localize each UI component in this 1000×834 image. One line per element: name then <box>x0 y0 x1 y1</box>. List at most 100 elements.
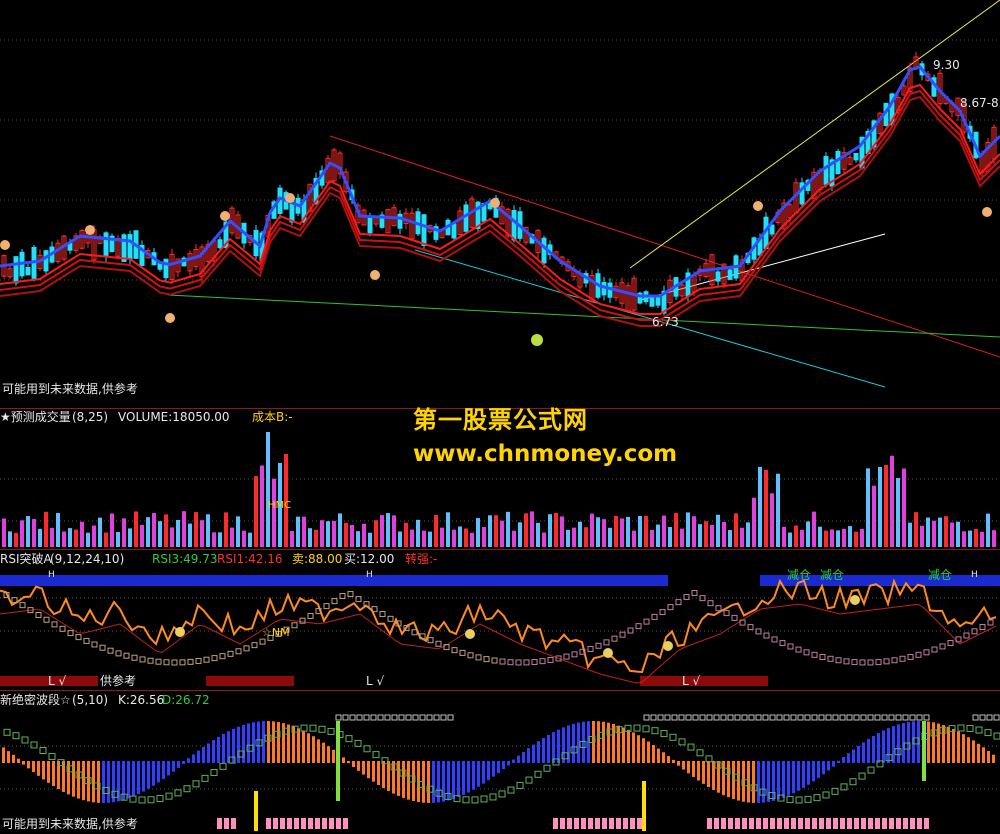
wave-pane[interactable]: 新绝密波段☆ (5,10) K:26.56 D:26.72 可能用到未来数据,供… <box>0 691 1000 834</box>
candle-body <box>853 152 859 161</box>
volume-bar <box>14 532 18 547</box>
wave-top-box <box>440 714 447 721</box>
volume-bar <box>344 522 348 547</box>
hand-marker-icon <box>490 198 500 208</box>
volume-bar <box>506 511 510 547</box>
wave-bar <box>812 761 815 782</box>
rsi-signal-box <box>899 655 906 662</box>
wave-bar <box>132 761 135 797</box>
volume-bar <box>266 432 270 547</box>
volume-bar <box>404 522 408 547</box>
rsi-signal-box <box>107 647 114 654</box>
wave-signal-box <box>867 766 875 774</box>
candle-body <box>13 256 19 284</box>
wave-bottom-block <box>756 818 761 829</box>
wave-top-box <box>342 714 349 721</box>
wave-signal-box <box>138 796 146 804</box>
rsi-strong: 转强:- <box>405 552 438 566</box>
wave-signal-box <box>318 725 326 733</box>
volume-bar <box>314 529 318 547</box>
wave-bar <box>737 761 740 801</box>
wave-bottom-block <box>777 818 782 829</box>
wave-bottom-block <box>819 818 824 829</box>
wave-bottom-block <box>217 818 222 829</box>
wave-signal-box <box>21 736 29 744</box>
wave-top-box <box>860 714 867 721</box>
rsi-signal-box <box>43 616 50 623</box>
wave-top-box <box>769 714 776 721</box>
rsi-band-red <box>206 676 294 686</box>
wave-signal-box <box>165 792 173 800</box>
wave-bottom-block <box>315 818 320 829</box>
candle-body <box>103 232 109 258</box>
hmc-marker: HMC <box>268 500 292 511</box>
volume-bar <box>134 511 138 547</box>
wave-signal-box <box>48 752 56 760</box>
wave-bar <box>277 722 280 763</box>
wave-bar <box>157 761 160 783</box>
volume-bar <box>752 497 756 547</box>
money-bag-icon <box>603 648 613 658</box>
wave-bottom-block <box>280 818 285 829</box>
candle-body <box>511 209 517 241</box>
rsi-signal-box <box>131 654 138 661</box>
rsi-signal-box <box>187 658 194 665</box>
hand-marker-icon <box>753 201 763 211</box>
volume-bar <box>896 478 900 547</box>
hand-marker-icon <box>370 270 380 280</box>
wave-bar <box>797 761 800 791</box>
rsi-signal-box <box>523 659 530 666</box>
volume-bar <box>680 528 684 547</box>
rsi-signal-box <box>987 619 994 626</box>
candle-body <box>655 296 661 306</box>
rsi-mark-l: L √ <box>48 674 67 688</box>
wave-signal-box <box>300 724 308 732</box>
wave-bar <box>137 761 140 795</box>
volume-bar <box>338 513 342 547</box>
wave-signal-box <box>804 795 812 803</box>
rsi-pane[interactable]: RSI突破A (9,12,24,10) RSI3:49.73 RSI1:42.1… <box>0 550 1000 690</box>
rsi-signal-box <box>595 642 602 649</box>
volume-cost: 成本B:- <box>252 410 293 424</box>
wave-signal-box <box>678 738 686 746</box>
volume-bar <box>902 468 906 547</box>
candle-body <box>715 271 721 282</box>
rsi-signal-box <box>859 659 866 666</box>
volume-bar <box>260 465 264 547</box>
wave-signal-box <box>984 729 992 737</box>
volume-bar <box>566 529 570 547</box>
volume-bar <box>38 528 42 547</box>
rsi-signal-box <box>795 646 802 653</box>
rsi-signal-box <box>507 659 514 666</box>
volume-bar <box>482 526 486 547</box>
wave-bar <box>297 728 300 763</box>
wave-bottom-block <box>637 818 642 829</box>
wave-top-box <box>699 714 706 721</box>
wave-bar <box>582 721 585 763</box>
wave-top-box <box>657 714 664 721</box>
wave-bottom-block <box>882 818 887 829</box>
volume-bar <box>218 532 222 547</box>
wave-bottom-block <box>868 818 873 829</box>
wave-bar <box>617 725 620 763</box>
volume-bar <box>596 517 600 547</box>
wave-bar <box>332 749 335 763</box>
wave-bar <box>652 744 655 763</box>
wave-top-box <box>867 714 874 721</box>
price-pane[interactable]: 9.30 8.67-8. 6.73 可能用到未来数据,供参考 <box>0 0 1000 408</box>
volume-bar <box>908 522 912 547</box>
wave-top-box <box>923 714 930 721</box>
candle-body <box>25 266 31 276</box>
wave-bar <box>17 758 20 763</box>
wave-marker-bar <box>642 781 646 831</box>
wave-bar <box>202 746 205 763</box>
wave-bar <box>872 735 875 763</box>
volume-bar <box>116 531 120 547</box>
wave-bar <box>387 761 390 791</box>
wave-bar <box>962 734 965 763</box>
wave-k-value: K:26.56 <box>118 693 165 707</box>
wave-bar <box>672 759 675 763</box>
wave-signal-box <box>507 786 515 794</box>
wave-bar <box>257 721 260 763</box>
wave-bar <box>87 761 90 802</box>
